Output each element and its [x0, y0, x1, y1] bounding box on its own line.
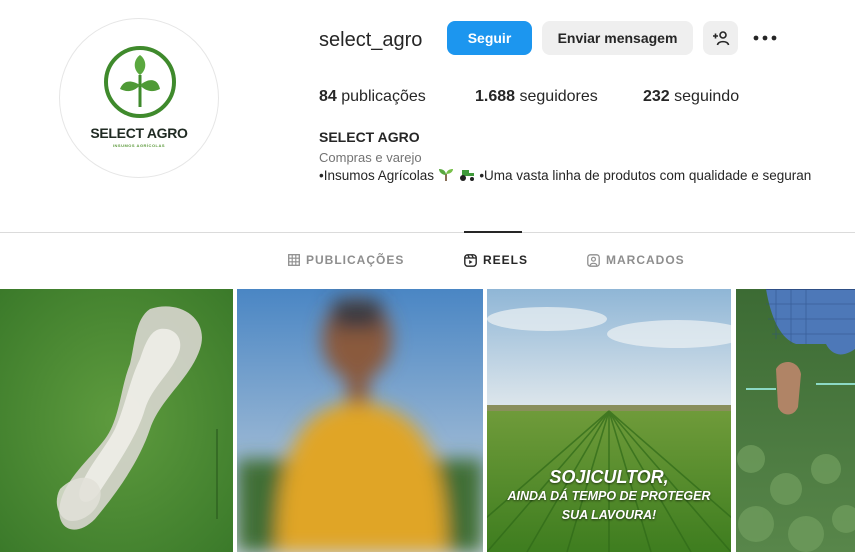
- following-label: seguindo: [674, 88, 740, 105]
- tabs-divider: [0, 232, 855, 233]
- profile-avatar[interactable]: SELECT AGRO INSUMOS AGRÍCOLAS: [59, 18, 219, 178]
- profile-username: select_agro: [319, 29, 423, 51]
- reels-icon: [464, 253, 477, 267]
- seedling-emoji-icon: [438, 169, 453, 181]
- reel-thumbnail-4[interactable]: [736, 289, 855, 552]
- reel-caption-line2: AINDA DÁ TEMPO DE PROTEGER: [507, 489, 711, 503]
- logo-subtext: INSUMOS AGRÍCOLAS: [112, 143, 166, 148]
- tab-marcados[interactable]: MARCADOS: [587, 253, 685, 267]
- tab-publicacoes-label: PUBLICAÇÕES: [306, 253, 405, 267]
- bio-name: SELECT AGRO: [319, 129, 420, 145]
- reel-thumbnail-2[interactable]: [237, 289, 483, 552]
- tagged-icon: [587, 253, 600, 267]
- tab-publicacoes[interactable]: PUBLICAÇÕES: [288, 253, 404, 267]
- bio-text-suffix: •Uma vasta linha de produtos com qualida…: [479, 168, 812, 183]
- more-horizontal-icon: [753, 35, 777, 41]
- posts-count: 84: [319, 88, 337, 105]
- follow-button[interactable]: Seguir: [447, 21, 532, 55]
- person-plus-icon: [712, 31, 729, 46]
- bio-category: Compras e varejo: [319, 150, 422, 165]
- more-options-button[interactable]: [752, 27, 778, 49]
- reel-caption-line3: SUA LAVOURA!: [561, 508, 657, 522]
- add-user-button[interactable]: [703, 21, 738, 55]
- tab-marcados-label: MARCADOS: [606, 253, 685, 267]
- posts-label: publicações: [341, 88, 426, 105]
- person-in-field-image: [736, 289, 855, 552]
- tab-reels[interactable]: REELS: [464, 253, 528, 267]
- reel-thumbnail-1[interactable]: [0, 289, 233, 552]
- blurred-person-image: [237, 289, 483, 552]
- grid-icon: [288, 254, 300, 266]
- followers-stat[interactable]: 1.688 seguidores: [475, 88, 598, 106]
- bio-text: •Insumos Agrícolas •Uma vasta linha de p…: [319, 168, 855, 183]
- active-tab-indicator: [464, 231, 522, 233]
- tractor-emoji-icon: [459, 170, 474, 181]
- tab-reels-label: REELS: [483, 253, 529, 267]
- followers-label: seguidores: [519, 88, 598, 105]
- logo-text: SELECT AGRO: [90, 125, 188, 141]
- following-stat[interactable]: 232 seguindo: [643, 88, 739, 106]
- aerial-field-image: [0, 289, 233, 552]
- following-count: 232: [643, 88, 670, 105]
- bio-text-prefix: •Insumos Agrícolas: [319, 168, 435, 183]
- select-agro-logo: [104, 46, 176, 118]
- reel-caption-line1: SOJICULTOR,: [549, 467, 669, 487]
- send-message-button[interactable]: Enviar mensagem: [542, 21, 693, 55]
- reel-thumbnail-3[interactable]: SOJICULTOR, AINDA DÁ TEMPO DE PROTEGER S…: [487, 289, 731, 552]
- posts-count-stat: 84 publicações: [319, 88, 426, 106]
- followers-count: 1.688: [475, 88, 516, 105]
